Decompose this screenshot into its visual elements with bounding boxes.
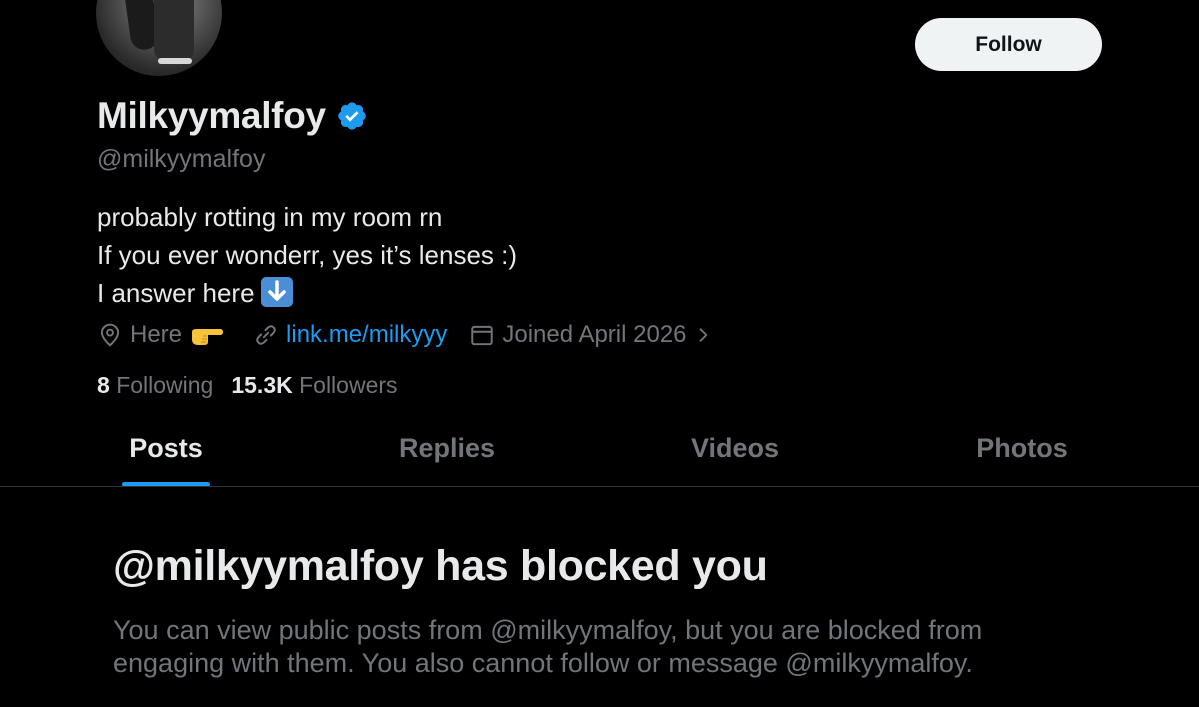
- tab-videos-label: Videos: [690, 433, 780, 463]
- verified-badge-icon[interactable]: [336, 100, 368, 132]
- followers-count: 15.3K: [231, 372, 293, 398]
- tab-replies[interactable]: Replies: [386, 410, 508, 487]
- avatar-figure-belt: [158, 58, 192, 64]
- profile-joined-date[interactable]: Joined April 2026: [469, 321, 719, 349]
- calendar-icon: [471, 325, 494, 346]
- joined-text: Joined April 2026: [502, 321, 687, 348]
- tab-posts[interactable]: Posts: [122, 410, 210, 487]
- bio-line: If you ever wonderr, yes it’s lenses :): [97, 240, 518, 270]
- following-count: 8: [97, 372, 110, 398]
- profile-bio: probably rotting in my room rn If you ev…: [97, 198, 517, 312]
- profile-handle: @milkyymalfoy: [97, 145, 266, 173]
- blocked-title: @milkyymalfoy has blocked you: [113, 542, 768, 590]
- followers-label: Followers: [299, 372, 398, 398]
- blocked-description: You can view public posts from @milkyyma…: [113, 615, 983, 678]
- following-label: Following: [116, 372, 214, 398]
- profile-meta-row: Here link.me/milkyyy Joined April 2026: [97, 321, 742, 349]
- avatar-figure-body: [154, 0, 194, 60]
- tab-videos[interactable]: Videos: [676, 410, 794, 487]
- website-link-text[interactable]: link.me/milkyyy: [286, 321, 447, 349]
- location-text: Here: [130, 321, 183, 348]
- display-name: Milkyymalfoy: [97, 95, 326, 136]
- avatar[interactable]: [96, 0, 222, 76]
- profile-stats: 8 Following 15.3K Followers: [97, 372, 416, 399]
- location-pin-icon: [100, 323, 120, 347]
- bio-line: I answer here: [97, 278, 255, 308]
- tab-posts-label: Posts: [129, 433, 203, 463]
- profile-name-row: Milkyymalfoy: [97, 95, 368, 137]
- bio-line-with-emoji: I answer here: [97, 274, 517, 312]
- tab-photos[interactable]: Photos: [962, 410, 1082, 487]
- follow-button[interactable]: Follow: [915, 18, 1102, 71]
- down-arrow-emoji-icon: [260, 277, 293, 307]
- profile-location: Here: [97, 321, 231, 349]
- profile-website-link[interactable]: link.me/milkyyy: [253, 321, 447, 349]
- tab-photos-label: Photos: [976, 433, 1068, 463]
- link-icon: [256, 325, 276, 345]
- followers-stat[interactable]: 15.3K Followers: [231, 372, 397, 399]
- tabs-divider: [0, 486, 1199, 487]
- profile-tabs: Posts Replies Videos Photos: [0, 410, 1199, 487]
- backhand-index-pointing-right-emoji-icon: [192, 329, 224, 345]
- following-stat[interactable]: 8 Following: [97, 372, 213, 399]
- chevron-right-icon: [699, 328, 707, 342]
- bio-line: probably rotting in my room rn: [97, 202, 443, 232]
- tab-replies-label: Replies: [398, 433, 496, 463]
